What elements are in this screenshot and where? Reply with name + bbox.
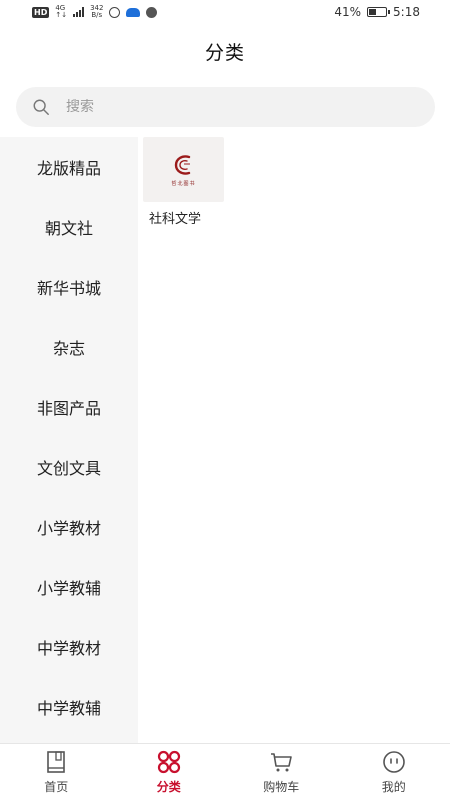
- search-bar[interactable]: [16, 87, 435, 127]
- subcategory-image: 哲北图书: [143, 137, 224, 202]
- category-sidebar: 龙版精品 朝文社 新华书城 杂志 非图产品 文创文具 小学教材 小学教辅 中学教…: [0, 137, 138, 743]
- category-grid-icon: [157, 750, 180, 774]
- tab-label: 分类: [156, 780, 181, 794]
- page-header: 分类: [0, 24, 450, 78]
- sync-icon: [109, 6, 121, 18]
- tab-home[interactable]: 首页: [0, 744, 113, 800]
- network-type: 4G ↑↓: [55, 4, 68, 19]
- sidebar-item-label: 新华书城: [36, 279, 101, 298]
- battery-fill: [369, 9, 376, 15]
- sidebar-item-label: 非图产品: [36, 399, 101, 418]
- subcategory-label: 社科文学: [149, 212, 202, 227]
- tab-category[interactable]: 分类: [113, 744, 226, 800]
- tab-profile[interactable]: 我的: [338, 744, 450, 800]
- battery-percent: 41%: [334, 5, 362, 19]
- publisher-logo-text: 哲北图书: [171, 180, 196, 187]
- tab-label: 我的: [381, 780, 406, 794]
- battery-icon: [367, 7, 391, 17]
- profile-face-icon: [382, 751, 405, 773]
- tab-label: 购物车: [263, 780, 300, 794]
- tab-cart[interactable]: 购物车: [225, 744, 338, 800]
- hd-indicator: HD: [32, 6, 50, 18]
- cloud-icon: [126, 7, 141, 17]
- book-icon: [47, 751, 66, 773]
- search-input[interactable]: [66, 99, 386, 115]
- subcategory-panel: 哲北图书 社科文学: [138, 137, 450, 743]
- sidebar-item-label: 小学教材: [36, 519, 101, 538]
- publisher-logo-icon: [174, 154, 190, 175]
- search-icon: [33, 99, 49, 115]
- sidebar-item-xinhua-shucheng[interactable]: 新华书城: [0, 257, 138, 317]
- sidebar-item-non-book[interactable]: 非图产品: [0, 377, 138, 437]
- sidebar-item-stationery[interactable]: 文创文具: [0, 437, 138, 497]
- voice-icon: [146, 6, 158, 18]
- bottom-tab-bar: 首页 分类 购物车 我的: [0, 743, 450, 800]
- sidebar-item-primary-supplements[interactable]: 小学教辅: [0, 557, 138, 617]
- sidebar-item-primary-textbooks[interactable]: 小学教材: [0, 497, 138, 557]
- cart-icon: [271, 753, 293, 772]
- sidebar-item-chaowenshe[interactable]: 朝文社: [0, 197, 138, 257]
- sidebar-item-label: 杂志: [52, 339, 85, 358]
- page-title: 分类: [204, 41, 245, 64]
- network-speed: 342 B/s: [90, 4, 104, 19]
- sidebar-item-label: 小学教辅: [36, 579, 101, 598]
- sidebar-item-label: 中学教辅: [36, 699, 101, 718]
- sidebar-item-magazine[interactable]: 杂志: [0, 317, 138, 377]
- sidebar-item-longban-jingpin[interactable]: 龙版精品: [0, 137, 138, 197]
- sidebar-item-secondary-supplements[interactable]: 中学教辅: [0, 677, 138, 737]
- status-bar: HD 4G ↑↓ 342 B/s 41% 5:18: [0, 0, 450, 24]
- sidebar-item-label: 文创文具: [36, 459, 101, 478]
- signal-icon: [73, 7, 85, 17]
- sidebar-item-label: 龙版精品: [36, 159, 101, 178]
- tab-label: 首页: [44, 780, 69, 794]
- sidebar-item-label: 中学教材: [36, 639, 101, 658]
- sidebar-item-secondary-textbooks[interactable]: 中学教材: [0, 617, 138, 677]
- clock: 5:18: [393, 5, 420, 19]
- subcategory-card[interactable]: 哲北图书 社科文学: [143, 137, 224, 227]
- sidebar-item-label: 朝文社: [44, 219, 93, 238]
